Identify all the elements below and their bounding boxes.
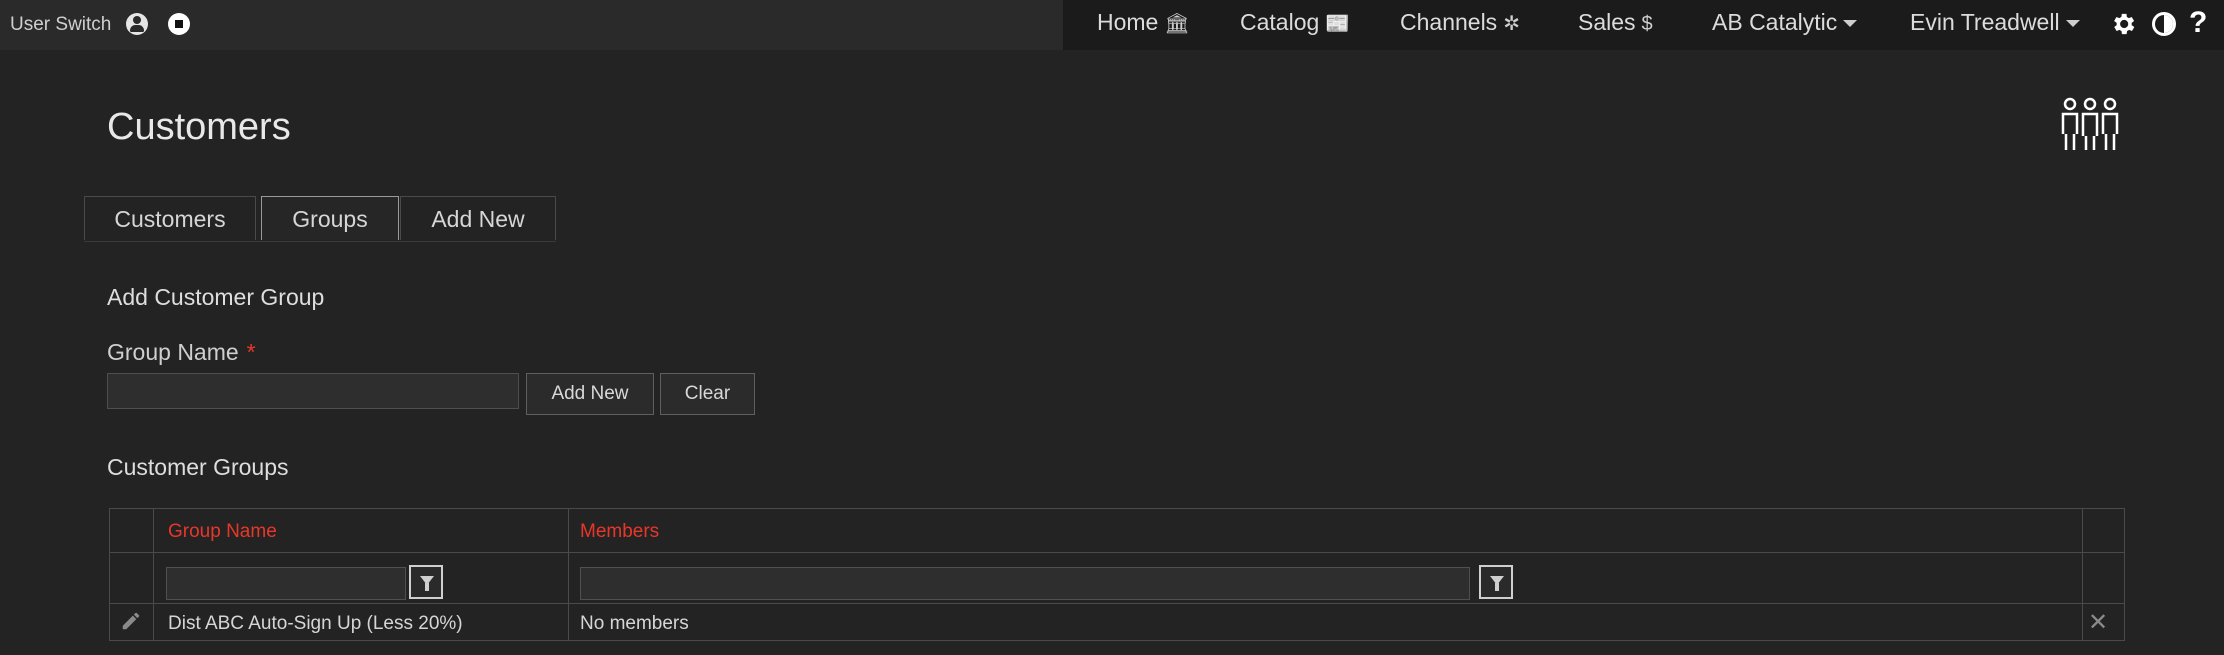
nav-sales-label: Sales xyxy=(1578,9,1636,35)
tab-add-new-label: Add New xyxy=(431,206,525,232)
members-cell: No members xyxy=(580,613,689,634)
close-icon[interactable]: ✕ xyxy=(2088,608,2108,637)
tabs-divider xyxy=(84,241,556,242)
table-row: Dist ABC Auto-Sign Up (Less 20%) No memb… xyxy=(110,604,2124,641)
nav-home-label: Home xyxy=(1097,9,1159,35)
user-menu[interactable]: Evin Treadwell xyxy=(1910,9,2080,36)
org-selector-label: AB Catalytic xyxy=(1712,9,1838,35)
nav-sales[interactable]: Sales $ xyxy=(1578,9,1653,36)
filter-icon[interactable] xyxy=(409,565,443,599)
tab-groups-label: Groups xyxy=(292,206,368,232)
customer-groups-heading: Customer Groups xyxy=(107,454,289,480)
grid-header-row: Group Name Members xyxy=(110,509,2124,553)
dollar-icon: $ xyxy=(1641,13,1653,35)
chevron-down-icon xyxy=(1843,20,1858,28)
grid-filter-row xyxy=(110,552,2124,604)
page-title: Customers xyxy=(107,106,291,148)
network-icon: ✲ xyxy=(1503,13,1520,35)
nav-catalog-label: Catalog xyxy=(1240,9,1320,35)
group-name-input[interactable] xyxy=(107,373,519,409)
group-name-label-text: Group Name xyxy=(107,339,239,365)
building-icon: 🏛 xyxy=(1164,13,1190,35)
group-name-cell: Dist ABC Auto-Sign Up (Less 20%) xyxy=(168,613,463,634)
add-group-heading: Add Customer Group xyxy=(107,284,325,310)
members-filter-input[interactable] xyxy=(580,567,1470,600)
stop-icon[interactable] xyxy=(168,13,190,35)
user-switch-label[interactable]: User Switch xyxy=(10,14,111,36)
help-icon[interactable]: ? xyxy=(2189,6,2207,40)
group-name-label: Group Name * xyxy=(107,339,256,366)
people-group-icon xyxy=(2061,97,2119,150)
user-switch-icon[interactable] xyxy=(126,13,148,35)
column-header-group-name[interactable]: Group Name xyxy=(168,521,277,543)
filter-icon[interactable] xyxy=(1479,565,1513,599)
nav-home[interactable]: Home 🏛 xyxy=(1097,9,1190,36)
org-selector[interactable]: AB Catalytic xyxy=(1712,9,1858,36)
contrast-icon[interactable] xyxy=(2152,12,2176,36)
nav-channels-label: Channels xyxy=(1400,9,1498,35)
top-bar: User Switch Home 🏛 Catalog 📰 Channels ✲ Sal… xyxy=(0,0,2224,50)
column-header-members[interactable]: Members xyxy=(580,521,659,543)
top-bar-left: User Switch xyxy=(0,0,1063,50)
pencil-icon[interactable] xyxy=(120,610,142,632)
nav-channels[interactable]: Channels ✲ xyxy=(1400,9,1520,36)
nav-catalog[interactable]: Catalog 📰 xyxy=(1240,9,1350,36)
tab-customers[interactable]: Customers xyxy=(84,196,256,240)
user-menu-label: Evin Treadwell xyxy=(1910,9,2060,35)
clear-button[interactable]: Clear xyxy=(660,373,755,415)
catalog-icon: 📰 xyxy=(1325,13,1351,35)
customer-groups-grid: Group Name Members Dist ABC Auto-Sign Up… xyxy=(109,508,2125,641)
required-marker: * xyxy=(246,339,256,365)
chevron-down-icon xyxy=(2065,20,2080,28)
add-new-button[interactable]: Add New xyxy=(526,373,654,415)
tab-customers-label: Customers xyxy=(114,206,226,232)
tab-groups[interactable]: Groups xyxy=(261,196,399,240)
gear-icon[interactable] xyxy=(2109,10,2137,38)
tab-add-new[interactable]: Add New xyxy=(400,196,556,240)
group-name-filter-input[interactable] xyxy=(166,567,406,600)
